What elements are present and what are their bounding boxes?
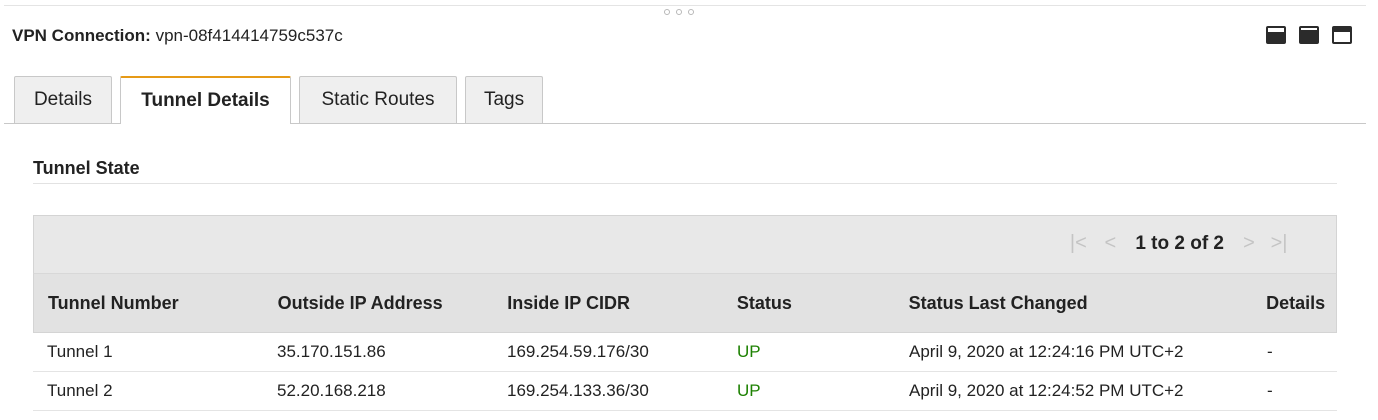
- column-header[interactable]: Inside IP CIDR: [493, 293, 723, 314]
- prev-page-icon[interactable]: <: [1099, 232, 1121, 255]
- vpn-connection-id: vpn-08f414414759c537c: [155, 26, 343, 45]
- panel-top-icon[interactable]: [1332, 26, 1352, 44]
- column-header[interactable]: Tunnel Number: [34, 293, 264, 314]
- pagination-bar: |< < 1 to 2 of 2 > >|: [33, 215, 1337, 273]
- panel-layout-controls: [1266, 26, 1352, 44]
- tab-tags[interactable]: Tags: [465, 76, 543, 123]
- outside-ip-cell: 52.20.168.218: [277, 381, 386, 400]
- table-row[interactable]: Tunnel 1 35.170.151.86 169.254.59.176/30…: [33, 333, 1337, 372]
- resize-handle[interactable]: [664, 9, 694, 15]
- section-title: Tunnel State: [33, 158, 140, 178]
- column-header[interactable]: Outside IP Address: [264, 293, 494, 314]
- section-divider: [33, 183, 1337, 184]
- tunnel-state-table: |< < 1 to 2 of 2 > >| Tunnel Number Outs…: [33, 215, 1337, 411]
- tab-static-routes[interactable]: Static Routes: [299, 76, 457, 123]
- status-changed-cell: April 9, 2020 at 12:24:16 PM UTC+2: [909, 342, 1184, 361]
- first-page-icon[interactable]: |<: [1067, 232, 1089, 255]
- pagination-text: 1 to 2 of 2: [1135, 232, 1224, 254]
- outside-ip-cell: 35.170.151.86: [277, 342, 386, 361]
- inside-cidr-cell: 169.254.133.36/30: [507, 381, 649, 400]
- drag-dot-icon: [676, 9, 682, 15]
- panel-half-icon[interactable]: [1299, 26, 1319, 44]
- tab-bar: Details Tunnel Details Static Routes Tag…: [14, 76, 551, 124]
- inside-cidr-cell: 169.254.59.176/30: [507, 342, 649, 361]
- column-header[interactable]: Details: [1252, 293, 1336, 314]
- status-cell: UP: [737, 381, 761, 400]
- status-cell: UP: [737, 342, 761, 361]
- top-divider: [4, 5, 1366, 6]
- panel-bottom-icon[interactable]: [1266, 26, 1286, 44]
- drag-dot-icon: [664, 9, 670, 15]
- title-label: VPN Connection:: [12, 26, 151, 45]
- table-header: Tunnel Number Outside IP Address Inside …: [33, 273, 1337, 333]
- column-header[interactable]: Status Last Changed: [895, 293, 1252, 314]
- details-cell: -: [1267, 342, 1273, 361]
- status-changed-cell: April 9, 2020 at 12:24:52 PM UTC+2: [909, 381, 1184, 400]
- next-page-icon[interactable]: >: [1238, 232, 1260, 255]
- column-header[interactable]: Status: [723, 293, 895, 314]
- last-page-icon[interactable]: >|: [1268, 232, 1290, 255]
- tab-tunnel-details[interactable]: Tunnel Details: [120, 76, 291, 124]
- drag-dot-icon: [688, 9, 694, 15]
- table-row[interactable]: Tunnel 2 52.20.168.218 169.254.133.36/30…: [33, 372, 1337, 411]
- details-cell: -: [1267, 381, 1273, 400]
- pagination: |< < 1 to 2 of 2 > >|: [1067, 232, 1290, 255]
- tab-details[interactable]: Details: [14, 76, 112, 123]
- tunnel-number-cell: Tunnel 2: [47, 381, 113, 400]
- page-title: VPN Connection: vpn-08f414414759c537c: [12, 26, 343, 46]
- tunnel-number-cell: Tunnel 1: [47, 342, 113, 361]
